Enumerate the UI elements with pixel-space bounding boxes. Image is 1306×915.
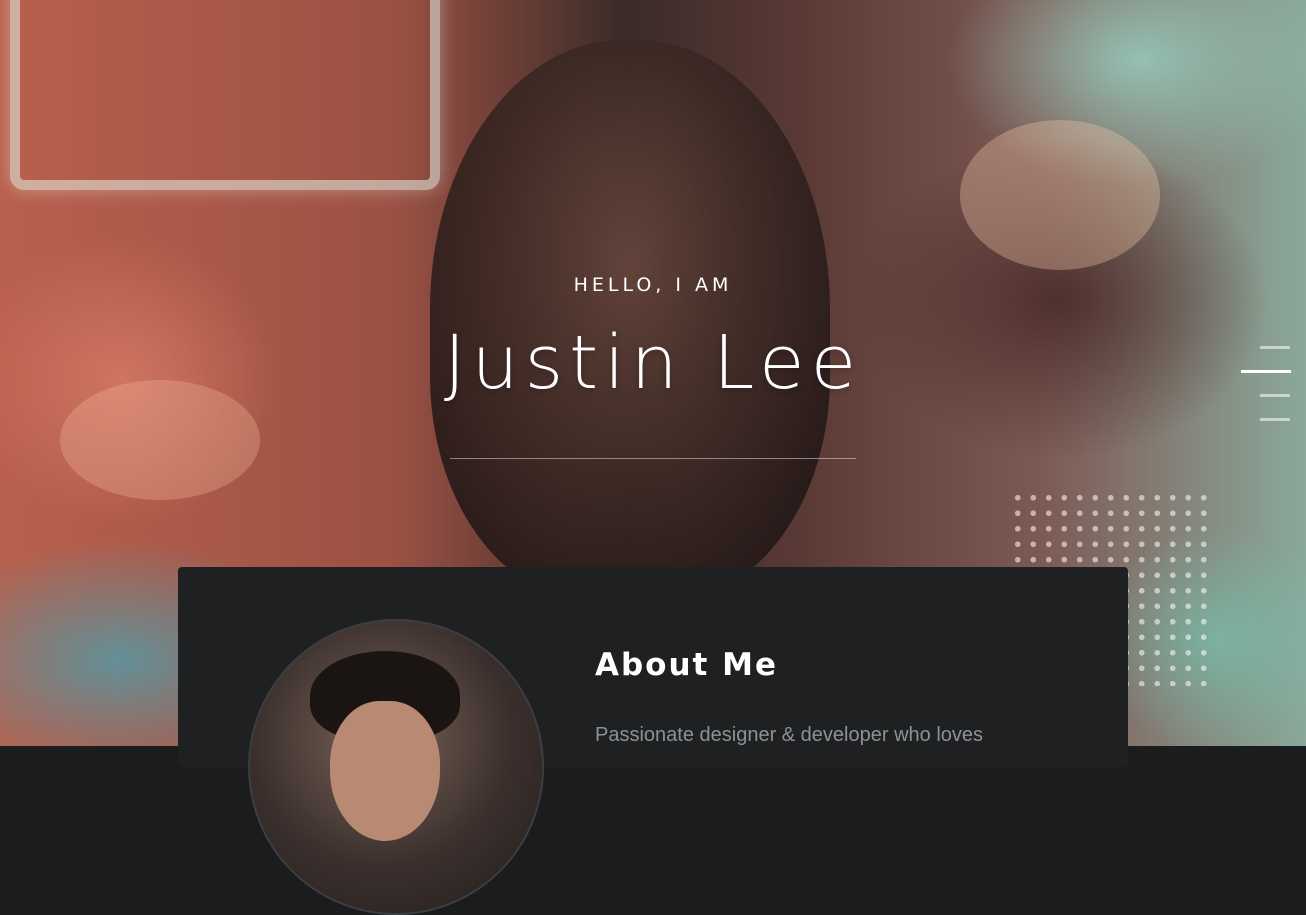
menu-bar <box>1241 370 1291 373</box>
profile-avatar <box>248 619 544 915</box>
hero-divider <box>450 458 856 459</box>
background-bokeh-light <box>960 120 1160 270</box>
about-text: Passionate designer & developer who love… <box>595 724 984 746</box>
hamburger-menu-icon[interactable] <box>1238 344 1294 424</box>
about-title: About Me <box>595 647 779 683</box>
menu-bar <box>1260 394 1290 397</box>
background-neon-sign <box>10 0 440 190</box>
avatar-face <box>330 701 440 841</box>
hero-name: Justin Lee <box>443 320 863 406</box>
menu-bar <box>1260 418 1290 421</box>
hero-greeting: HELLO, I AM <box>573 274 733 296</box>
about-card: About Me Passionate designer & developer… <box>178 567 1128 915</box>
menu-bar <box>1260 346 1290 349</box>
